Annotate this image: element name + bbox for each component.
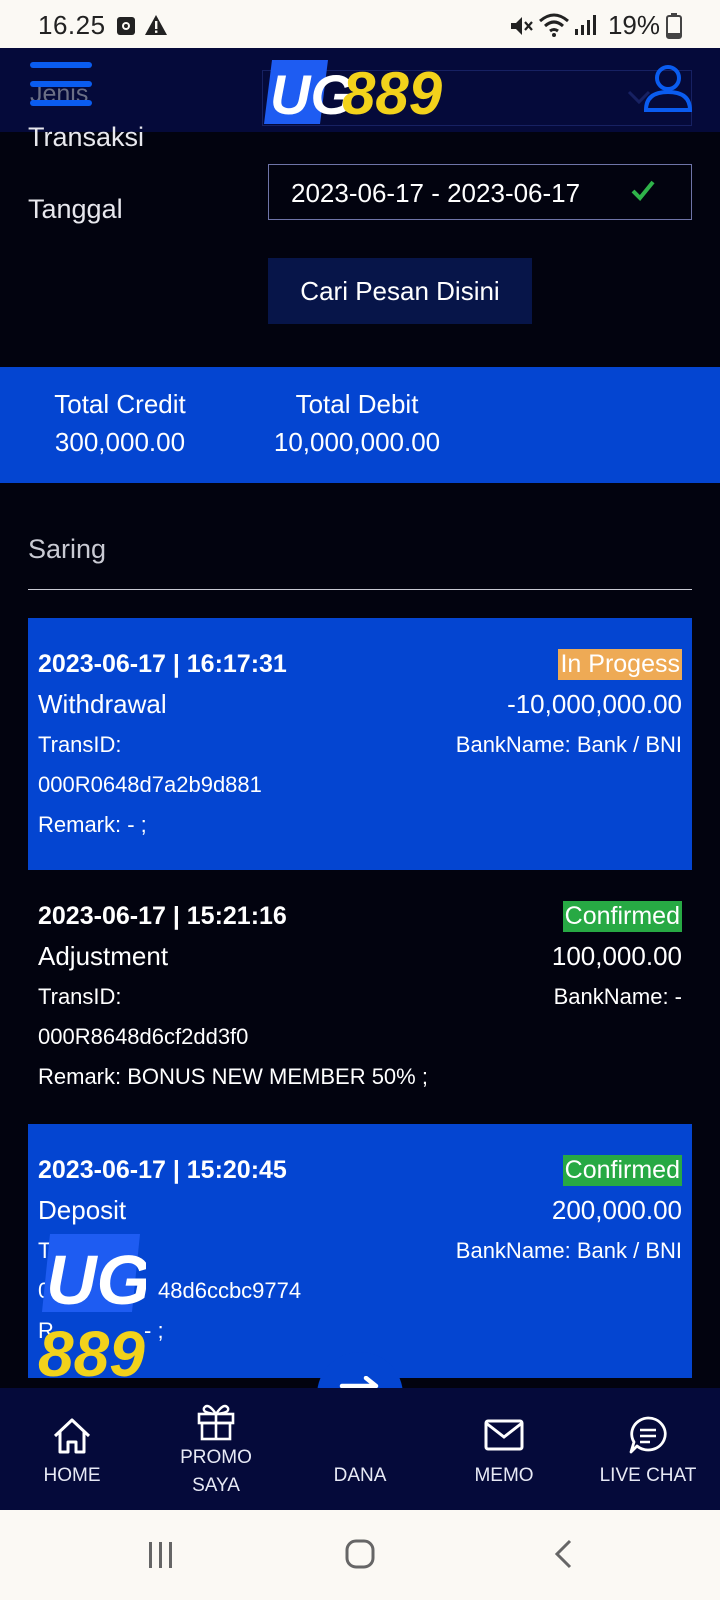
divider	[28, 589, 692, 590]
trans-id-value: 000R8648d6cf2dd3f0	[38, 1024, 249, 1049]
nav-promo[interactable]: PROMO SAYA	[144, 1388, 288, 1510]
total-credit-value: 300,000.00	[54, 427, 186, 457]
trans-id-label: TransID:	[38, 984, 122, 1009]
svg-text:889: 889	[38, 1318, 145, 1380]
battery-icon	[666, 13, 682, 39]
transaction-datetime: 2023-06-17 | 15:21:16	[38, 902, 287, 930]
bank-name: BankName: Bank / BNI	[455, 732, 682, 757]
transaction-card[interactable]: 2023-06-17 | 16:17:31 In Progess Withdra…	[28, 618, 692, 870]
back-icon[interactable]	[552, 1538, 574, 1570]
date-range-field[interactable]: 2023-06-17 - 2023-06-17	[268, 164, 692, 220]
svg-text:889: 889	[342, 60, 443, 127]
app-header: Jenis UG 889	[0, 48, 720, 132]
warning-icon	[145, 15, 167, 35]
nav-dana[interactable]: DANA	[288, 1388, 432, 1510]
remark-tail: - ;	[144, 1318, 164, 1343]
transaction-type: Withdrawal	[38, 689, 167, 719]
screen-record-icon	[117, 17, 135, 35]
gift-icon	[197, 1404, 235, 1441]
check-icon	[631, 180, 655, 201]
nav-dana-label: DANA	[333, 1465, 387, 1486]
status-badge: Confirmed	[562, 901, 682, 932]
battery-percent: 19%	[607, 10, 660, 40]
date-range-value: 2023-06-17 - 2023-06-17	[291, 178, 581, 208]
brand-logo[interactable]: UG 889	[262, 54, 472, 130]
menu-button[interactable]	[30, 62, 92, 112]
transaction-amount: 200,000.00	[551, 1195, 682, 1225]
bank-name: BankName: Bank / BNI	[455, 1238, 682, 1263]
signal-icon	[575, 15, 596, 35]
transaction-type-label-2: Transaksi	[28, 122, 145, 152]
total-debit-label: Total Debit	[295, 389, 419, 419]
transaction-amount: 100,000.00	[551, 941, 682, 971]
nav-home-label: HOME	[43, 1465, 101, 1486]
totals-panel: Total Credit 300,000.00 Total Debit 10,0…	[0, 367, 720, 483]
home-icon	[53, 1418, 91, 1454]
mail-icon	[484, 1419, 524, 1451]
nav-promo-label-2: SAYA	[192, 1475, 240, 1496]
nav-home[interactable]: HOME	[0, 1388, 144, 1510]
bottom-nav: HOME PROMO SAYA DANA MEMO LIVE CHAT	[0, 1388, 720, 1510]
floating-logo-button[interactable]: UG 889	[36, 1232, 146, 1380]
filter-toggle[interactable]: Saring	[28, 534, 106, 565]
trans-id-label: TransID:	[38, 732, 122, 757]
wifi-icon	[539, 13, 569, 37]
status-badge: Confirmed	[562, 1155, 682, 1186]
mute-icon	[511, 17, 533, 35]
recent-apps-icon[interactable]	[146, 1540, 176, 1570]
nav-memo-label: MEMO	[474, 1465, 534, 1486]
search-button[interactable]: Cari Pesan Disini	[268, 258, 532, 324]
total-debit-value: 10,000,000.00	[273, 427, 441, 457]
nav-promo-label-1: PROMO	[180, 1447, 252, 1468]
date-label: Tanggal	[28, 194, 123, 224]
bank-name: BankName: -	[553, 984, 682, 1009]
nav-live-chat-label: LIVE CHAT	[599, 1465, 697, 1486]
remark: Remark: BONUS NEW MEMBER 50% ;	[38, 1064, 428, 1089]
user-profile-icon[interactable]	[642, 62, 694, 114]
transaction-card[interactable]: 2023-06-17 | 15:21:16 Confirmed Adjustme…	[28, 870, 692, 1122]
transaction-type: Deposit	[38, 1195, 127, 1225]
chat-icon	[629, 1416, 667, 1454]
transaction-type: Adjustment	[38, 941, 169, 971]
total-credit-label: Total Credit	[54, 389, 186, 419]
status-time: 16.25	[38, 10, 106, 40]
trans-id-value-tail: 48d6ccbc9774	[158, 1278, 302, 1303]
status-badge: In Progess	[558, 649, 682, 680]
home-nav-icon[interactable]	[344, 1538, 376, 1570]
nav-live-chat[interactable]: LIVE CHAT	[576, 1388, 720, 1510]
system-nav-bar	[0, 1510, 720, 1600]
trans-id-value: 000R0648d7a2b9d881	[38, 772, 262, 797]
transaction-amount: -10,000,000.00	[507, 689, 682, 719]
transaction-datetime: 2023-06-17 | 16:17:31	[38, 650, 287, 678]
svg-text:UG: UG	[46, 1241, 146, 1319]
status-bar: 16.25 19%	[0, 0, 720, 48]
transaction-datetime: 2023-06-17 | 15:20:45	[38, 1156, 287, 1184]
nav-memo[interactable]: MEMO	[432, 1388, 576, 1510]
remark: Remark: - ;	[38, 812, 147, 837]
